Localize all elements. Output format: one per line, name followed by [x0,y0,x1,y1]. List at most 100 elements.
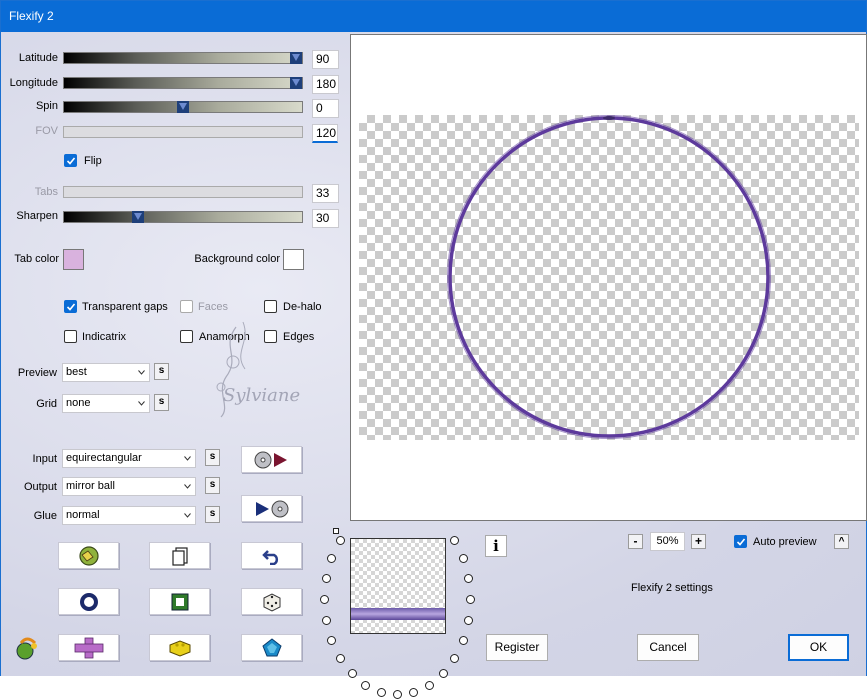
fov-slider [63,126,303,138]
glue-select[interactable]: normal [62,506,196,525]
info-button[interactable]: i [485,535,507,557]
ring-position-dot[interactable] [464,573,474,583]
ring-position-dot[interactable] [466,595,475,604]
spin-slider[interactable] [63,101,303,113]
chevron-down-icon [184,456,191,461]
cross-button[interactable] [58,634,119,661]
ring-button[interactable] [58,588,119,615]
ring-position-dot[interactable] [450,654,460,664]
ok-button[interactable]: OK [788,634,849,661]
watermark-text: Sylviane [223,385,301,406]
undo-button[interactable] [241,542,302,569]
ring-position-dot[interactable] [327,636,337,646]
spin-value[interactable]: 0 [312,99,339,118]
latitude-thumb[interactable] [290,52,302,64]
faces-checkbox [180,300,193,313]
brick-button[interactable] [149,634,210,661]
zoom-out-button[interactable]: - [628,534,643,549]
de-halo-checkbox[interactable] [264,300,277,313]
thumbnail-preview[interactable] [350,538,446,634]
settings-label: Flexify 2 settings [631,582,713,594]
ring-position-dot[interactable] [424,680,434,690]
random-dice-button[interactable] [241,588,302,615]
faces-label: Faces [198,301,228,313]
spin-thumb[interactable] [177,101,189,113]
grid-select[interactable]: none [62,394,150,413]
undo-arrow-icon [261,549,278,565]
indicatrix-checkbox[interactable] [64,330,77,343]
cancel-button[interactable]: Cancel [637,634,699,661]
ring-position-dot[interactable] [320,595,329,604]
thumb-handle[interactable] [333,528,339,534]
load-input-button[interactable] [241,446,302,473]
grid-select-value: none [66,397,91,409]
output-select-value: mirror ball [66,480,115,492]
background-color-swatch[interactable] [283,249,304,270]
ring-position-dot[interactable] [458,553,468,563]
chevron-down-icon [184,484,191,489]
preview-sync-button[interactable]: s [154,363,169,380]
de-halo-label: De-halo [283,301,322,313]
ring-position-dot[interactable] [464,616,474,626]
glue-sync-button[interactable]: s [205,506,220,523]
register-button[interactable]: Register [486,634,548,661]
fov-value[interactable]: 120 [312,124,338,143]
flip-checkbox[interactable] [64,154,77,167]
ring-position-dot[interactable] [393,690,402,699]
play-to-disc-icon [255,500,288,517]
ring-position-dot[interactable] [335,535,345,545]
collapse-button[interactable]: ^ [834,534,849,549]
thumbnail-strip [351,608,445,620]
flip-label: Flip [84,155,102,167]
ring-top-notch [603,116,615,120]
yellow-brick-icon [169,639,190,657]
main-preview[interactable] [350,34,867,521]
ring-position-dot[interactable] [361,680,371,690]
purple-cross-icon [74,637,103,658]
ring-position-dot[interactable] [458,636,468,646]
ring-outline [448,116,770,438]
latitude-value[interactable]: 90 [312,50,339,69]
sharpen-thumb[interactable] [132,211,144,223]
input-select[interactable]: equirectangular [62,449,196,468]
ring-position-dot[interactable] [347,669,357,679]
grid-sync-button[interactable]: s [154,394,169,411]
auto-preview-checkbox[interactable] [734,535,747,548]
globe-icon [78,545,99,566]
copy-button[interactable] [149,542,210,569]
output-select-label: Output [23,481,57,493]
frame-button[interactable] [149,588,210,615]
output-select[interactable]: mirror ball [62,477,196,496]
sharpen-slider[interactable] [63,211,303,223]
preview-select[interactable]: best [62,363,150,382]
zoom-level[interactable]: 50% [650,532,685,551]
save-output-button[interactable] [241,495,302,522]
ring-position-dot[interactable] [438,669,448,679]
auto-preview-label: Auto preview [753,536,817,548]
longitude-value[interactable]: 180 [312,75,339,94]
ring-position-dot[interactable] [376,687,386,697]
sharpen-value[interactable]: 30 [312,209,339,228]
tab-color-swatch[interactable] [63,249,84,270]
longitude-slider[interactable] [63,77,303,89]
ring-position-dot[interactable] [327,553,337,563]
longitude-thumb[interactable] [290,77,302,89]
randomize-button[interactable] [58,542,119,569]
ring-position-dot[interactable] [450,535,460,545]
zoom-in-button[interactable]: + [691,534,706,549]
gem-button[interactable] [241,634,302,661]
ring-position-dot[interactable] [321,616,331,626]
disc-to-play-icon [254,451,287,468]
tabs-value[interactable]: 33 [312,184,339,203]
background-color-label: Background color [194,253,280,265]
input-sync-button[interactable]: s [205,449,220,466]
ring-position-dot[interactable] [321,573,331,583]
transparent-gaps-checkbox[interactable] [64,300,77,313]
output-sync-button[interactable]: s [205,477,220,494]
mirror-ball-ring [447,115,771,439]
tab-color-label: Tab color [14,253,59,265]
ring-position-dot[interactable] [409,687,419,697]
green-frame-icon [171,593,188,610]
latitude-slider[interactable] [63,52,303,64]
ring-position-dot[interactable] [335,654,345,664]
